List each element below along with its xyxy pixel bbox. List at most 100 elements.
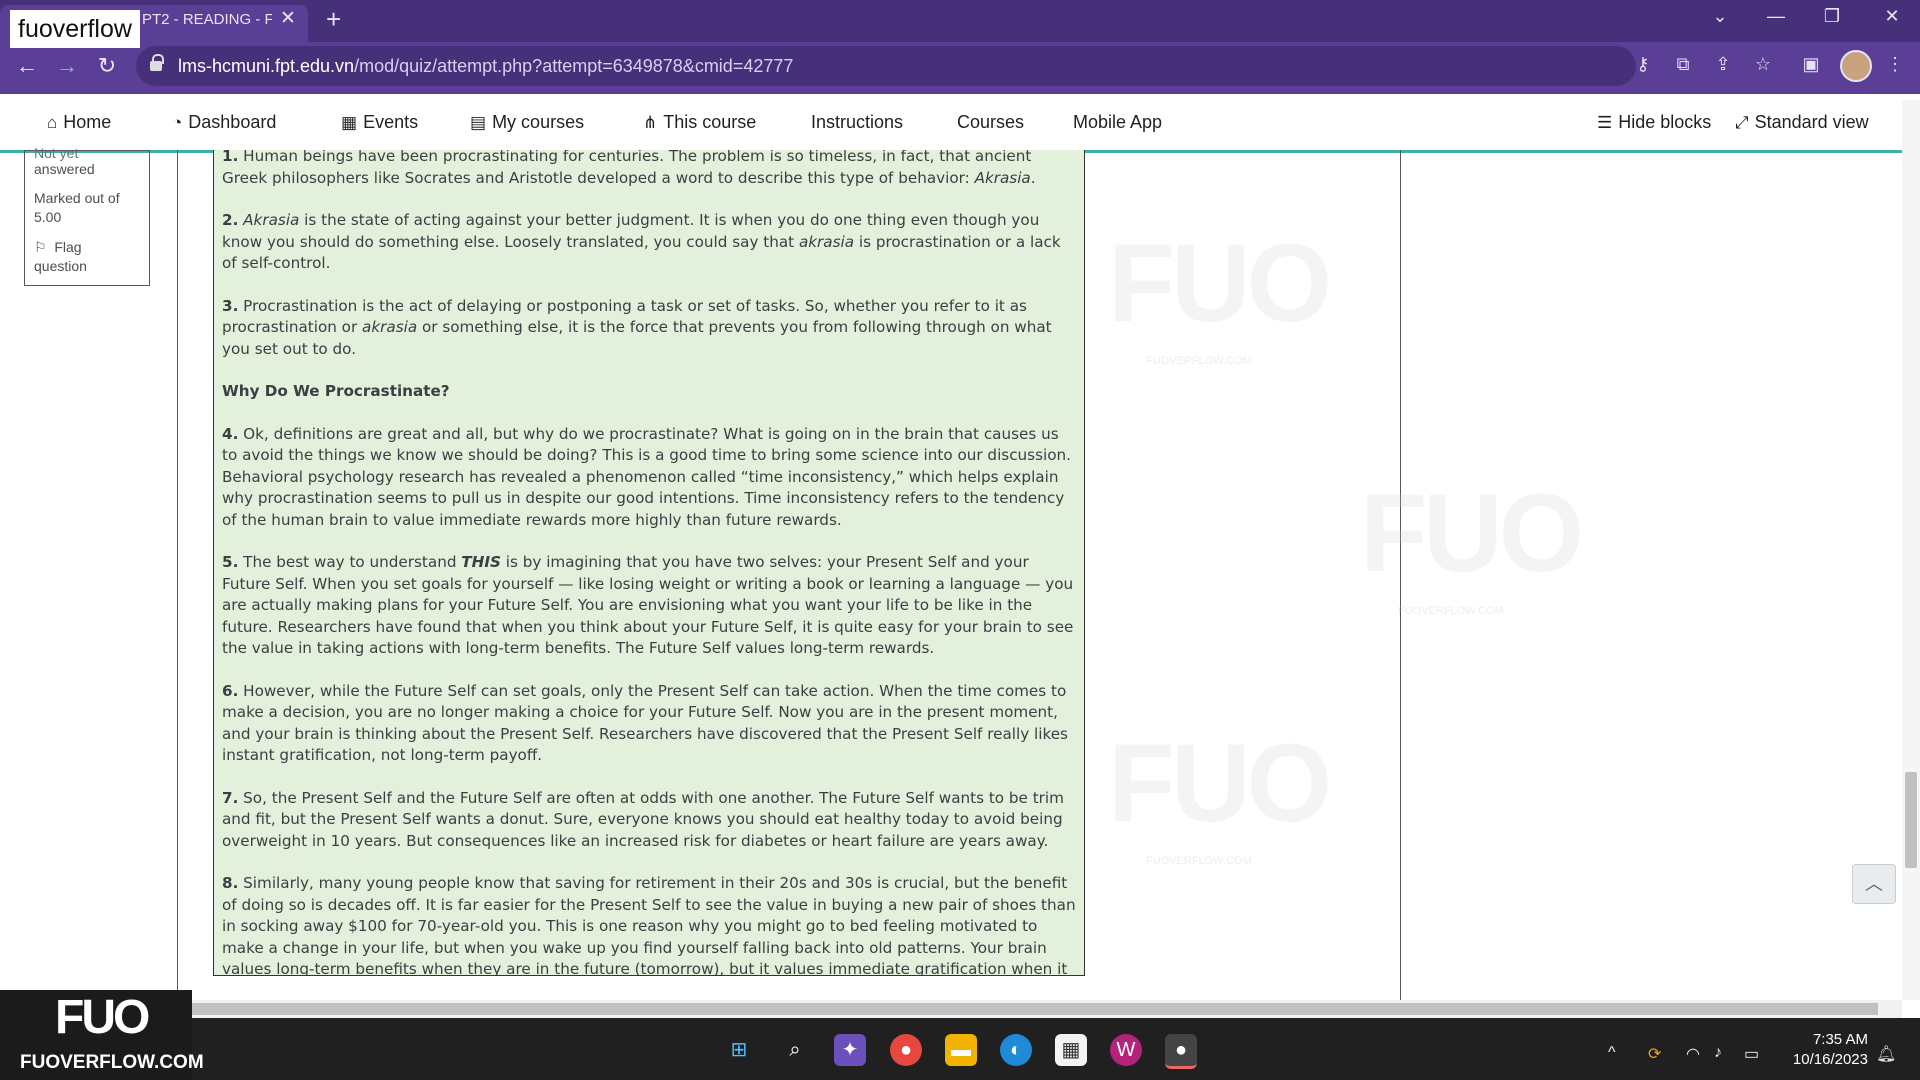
sitemap-icon: ⋔ [643, 113, 658, 132]
url-text[interactable]: lms-hcmuni.fpt.edu.vn/mod/quiz/attempt.p… [178, 56, 793, 77]
back-to-top-button[interactable]: ︿ [1852, 864, 1896, 904]
chrome-active-icon[interactable]: ● [1165, 1034, 1197, 1069]
outdent-icon: ☰ [1597, 113, 1613, 132]
question-status-line1: Not yet [34, 145, 79, 161]
tab-close-icon[interactable]: ✕ [280, 7, 296, 30]
clock-time: 7:35 AM [1812, 1031, 1868, 1048]
tab-search-icon[interactable]: ⌄ [1700, 6, 1740, 27]
flag-question-button[interactable]: ⚐ Flag [34, 239, 82, 256]
minimize-button[interactable]: — [1756, 6, 1796, 27]
horizontal-scroll-thumb[interactable] [192, 1003, 1878, 1015]
section-heading: Why Do We Procrastinate? [222, 382, 450, 400]
expand-arrows-icon: ⤢ [1735, 113, 1749, 132]
nav-this-course[interactable]: ⋔ This course [643, 112, 756, 133]
paragraph-8: 8. Similarly, many young people know tha… [222, 874, 1076, 976]
nav-my-courses-label: My courses [492, 112, 585, 132]
fuo-logo-site: FUOVERFLOW.COM [20, 1052, 204, 1073]
nav-my-courses[interactable]: ▤ My courses [470, 112, 584, 133]
watermark-site: FUOVERFLOW.COM [1146, 855, 1252, 867]
notification-bell-icon[interactable]: 🔔︎ [1876, 1044, 1896, 1064]
bookmark-star-icon[interactable]: ☆ [1750, 54, 1776, 75]
dashboard-icon: ◔ [172, 113, 183, 132]
chrome-icon[interactable]: ● [890, 1034, 922, 1066]
tray-overflow-icon[interactable]: ^ [1608, 1044, 1616, 1062]
reading-passage-text: 1. Human beings have been procrastinatin… [222, 150, 1077, 976]
left-column-divider [177, 150, 178, 1000]
translate-icon[interactable]: ⧉ [1670, 54, 1696, 75]
battery-icon[interactable]: ▭ [1744, 1044, 1759, 1064]
back-icon[interactable]: ← [12, 53, 42, 79]
start-icon[interactable]: ⊞ [723, 1034, 755, 1066]
calendar-icon: ▦ [341, 113, 358, 132]
wifi-icon[interactable]: ◠ [1686, 1044, 1700, 1064]
watermark-logo: FUO [1108, 722, 1332, 845]
standard-view-label: Standard view [1754, 112, 1869, 132]
nav-home-label: Home [63, 112, 112, 132]
home-icon: ⌂ [47, 113, 58, 132]
reading-passage-panel: 1. Human beings have been procrastinatin… [213, 150, 1085, 976]
key-icon[interactable]: ⚷ [1630, 54, 1656, 75]
briefcase-icon: ▤ [470, 113, 487, 132]
clock-date: 10/16/2023 [1792, 1051, 1868, 1068]
nav-dashboard[interactable]: ◔ Dashboard [172, 112, 276, 133]
share-icon[interactable]: ⇪ [1710, 54, 1736, 75]
nav-mobile-app[interactable]: Mobile App [1073, 112, 1162, 133]
nav-dashboard-label: Dashboard [188, 112, 277, 132]
system-clock[interactable]: 7:35 AM 10/16/2023 [1788, 1030, 1868, 1070]
app-w-icon[interactable]: W [1110, 1034, 1142, 1066]
menu-kebab-icon[interactable]: ⋮ [1882, 54, 1908, 75]
flag-icon: ⚐ [34, 239, 47, 255]
hide-blocks-label: Hide blocks [1618, 112, 1712, 132]
tab-title[interactable]: PT2 - READING - FA [142, 11, 272, 28]
fuoverflow-stamp: fuoverflow [10, 10, 140, 48]
side-panel-icon[interactable]: ▣ [1798, 54, 1824, 75]
fuoverflow-logo: FUO FUOVERFLOW.COM [0, 990, 204, 1080]
fuo-logo-text: FUO [55, 991, 150, 1044]
watermark-site: FUOVERFLOW.COM [1146, 355, 1252, 367]
flag-question-label: Flag [54, 239, 82, 255]
chevron-up-icon: ︿ [1865, 874, 1883, 894]
browser-toolbar: ← → ↻ lms-hcmuni.fpt.edu.vn/mod/quiz/att… [0, 42, 1920, 94]
paragraph-7: 7. So, the Present Self and the Future S… [222, 788, 1064, 850]
nav-events-label: Events [363, 112, 419, 132]
nav-events[interactable]: ▦ Events [341, 112, 418, 133]
watermark-site: FUOVERFLOW.COM [1398, 605, 1504, 617]
sync-icon[interactable]: ⟳ [1648, 1044, 1661, 1064]
question-mark-line2: 5.00 [34, 209, 62, 225]
address-bar[interactable]: lms-hcmuni.fpt.edu.vn/mod/quiz/attempt.p… [136, 46, 1636, 86]
question-mark-line1: Marked out of [34, 190, 120, 206]
search-icon[interactable]: ⌕ [779, 1034, 811, 1066]
edge-icon[interactable]: ◐ [1000, 1034, 1032, 1066]
flag-question-label-2[interactable]: question [34, 258, 87, 274]
question-status-line2: answered [34, 161, 95, 177]
paragraph-4: 4. Ok, definitions are great and all, bu… [222, 424, 1071, 529]
reload-icon[interactable]: ↻ [92, 53, 122, 79]
paragraph-5: 5. The best way to understand THIS is by… [222, 553, 1074, 657]
nav-home[interactable]: ⌂ Home [47, 112, 111, 133]
paragraph-6: 6. However, while the Future Self can se… [222, 681, 1068, 765]
forward-icon[interactable]: → [52, 53, 82, 79]
site-navbar: ⌂ Home ◔ Dashboard ▦ Events ▤ My courses ⋔ Th… [0, 94, 1920, 153]
lock-icon[interactable] [150, 54, 164, 71]
question-info-panel: Not yet answered Marked out of 5.00 ⚐ Fl… [24, 145, 150, 286]
file-explorer-icon[interactable]: ▬ [945, 1034, 977, 1066]
volume-icon[interactable]: ♪ [1714, 1044, 1722, 1062]
watermark-logo: FUO [1108, 222, 1332, 345]
hide-blocks-button[interactable]: ☰ Hide blocks [1597, 112, 1711, 133]
standard-view-button[interactable]: ⤢ Standard view [1735, 112, 1869, 133]
vertical-scroll-thumb[interactable] [1905, 772, 1917, 868]
browser-tab-strip: PT2 - READING - FA ✕ + ⌄ — ❐ ✕ [0, 0, 1920, 42]
profile-avatar[interactable] [1840, 50, 1872, 82]
copilot-icon[interactable]: ✦ [834, 1034, 866, 1066]
paragraph-1: 1. Human beings have been procrastinatin… [222, 150, 1036, 187]
store-icon[interactable]: ▦ [1055, 1034, 1087, 1066]
nav-courses[interactable]: Courses [957, 112, 1024, 133]
nav-this-course-label: This course [663, 112, 757, 132]
paragraph-3: 3. Procrastination is the act of delayin… [222, 296, 1052, 358]
paragraph-2: 2. Akrasia is the state of acting agains… [222, 211, 1061, 272]
watermark-logo: FUO [1360, 472, 1584, 595]
new-tab-button[interactable]: + [326, 4, 341, 35]
nav-instructions[interactable]: Instructions [811, 112, 903, 133]
restore-button[interactable]: ❐ [1812, 6, 1852, 27]
close-window-button[interactable]: ✕ [1872, 6, 1912, 27]
